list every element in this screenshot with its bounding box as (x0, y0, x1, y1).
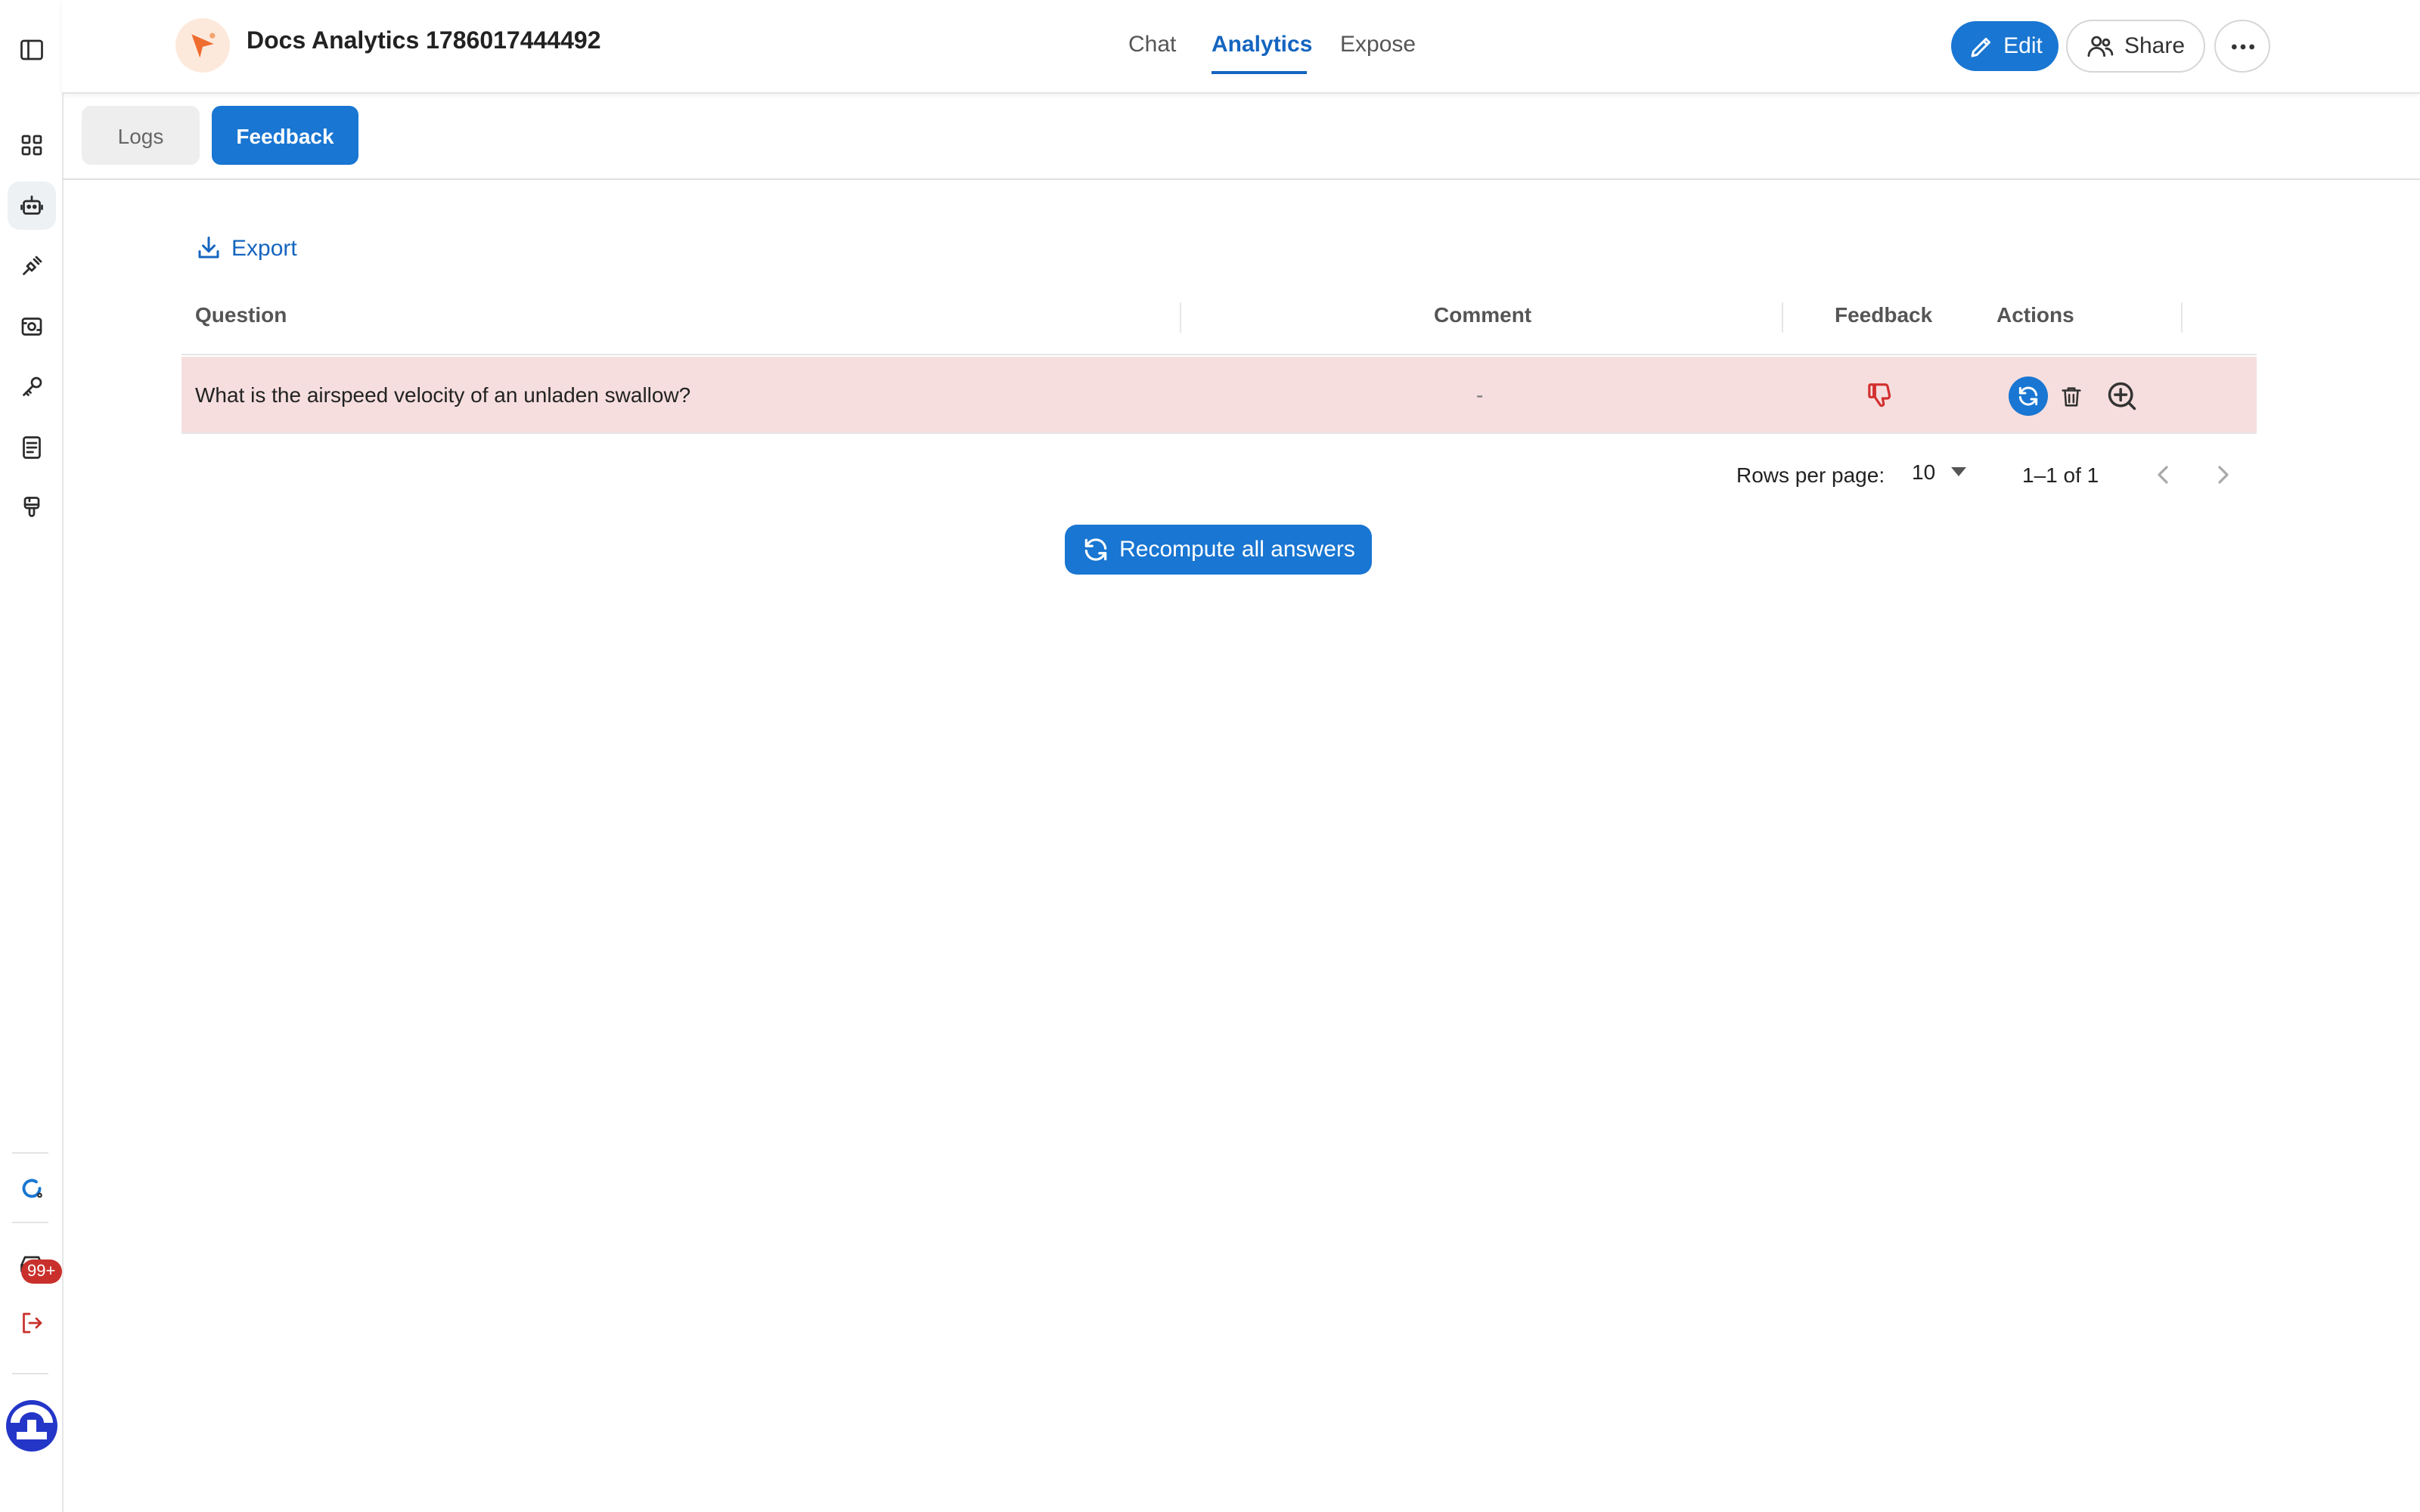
app-logo (175, 18, 230, 73)
logout-button[interactable] (8, 1299, 56, 1347)
thumb-down-icon (1868, 383, 1891, 407)
trash-icon (2061, 386, 2080, 406)
rows-per-page-value: 10 (1912, 460, 1936, 484)
grid-icon (21, 135, 42, 156)
sidebar-divider (12, 1222, 48, 1223)
column-separator[interactable] (2181, 302, 2183, 333)
column-header-question[interactable]: Question (195, 302, 287, 327)
tab-analytics[interactable]: Analytics (1212, 32, 1312, 57)
tab-chat[interactable]: Chat (1128, 32, 1176, 57)
pencil-icon (1970, 37, 1990, 57)
previous-page-button[interactable] (2148, 460, 2178, 490)
view-details-button[interactable] (2102, 376, 2142, 416)
column-separator[interactable] (1782, 302, 1783, 333)
sidebar-item-appearance[interactable] (8, 484, 56, 532)
column-header-actions[interactable]: Actions (1996, 302, 2074, 327)
robot-icon (20, 195, 43, 215)
refresh-icon (2018, 386, 2038, 406)
sidebar-toggle-icon (20, 39, 43, 60)
sidebar-divider (12, 1373, 48, 1374)
sidebar-toggle-button[interactable] (8, 26, 56, 74)
share-button-label: Share (2124, 33, 2186, 59)
subtab-feedback[interactable]: Feedback (212, 106, 358, 165)
sidebar-divider (12, 1152, 48, 1154)
active-tab-indicator (1212, 71, 1307, 74)
logout-icon (23, 1312, 42, 1334)
sidebar-item-dashboard[interactable] (8, 121, 56, 169)
app-root: 99+ Docs Analytics 1786017444492 Chat An… (0, 0, 2420, 1512)
sidebar-item-integrations[interactable] (8, 242, 56, 290)
export-label: Export (231, 235, 297, 261)
column-separator[interactable] (1180, 302, 1181, 333)
recompute-all-label: Recompute all answers (1119, 537, 1355, 562)
top-header: Docs Analytics 1786017444492 Chat Analyt… (62, 0, 2420, 94)
sidebar-item-models[interactable] (8, 302, 56, 351)
share-button[interactable]: Share (2066, 20, 2205, 73)
recompute-all-button[interactable]: Recompute all answers (1065, 525, 1372, 575)
export-button[interactable]: Export (195, 234, 297, 262)
column-header-comment[interactable]: Comment (1434, 302, 1531, 327)
recompute-answer-button[interactable] (2009, 376, 2048, 416)
plug-icon (23, 256, 42, 275)
model-icon (21, 318, 42, 336)
sidebar-item-support[interactable] (8, 1164, 56, 1213)
caret-down-icon (1950, 467, 1966, 476)
key-icon (23, 376, 42, 396)
notifications-badge: 99+ (21, 1259, 62, 1284)
users-icon (2088, 36, 2114, 57)
comment-cell: - (1476, 383, 1484, 407)
subtab-logs[interactable]: Logs (82, 106, 200, 165)
document-icon (23, 436, 41, 459)
more-options-button[interactable] (2214, 20, 2270, 73)
sidebar: 99+ (0, 0, 64, 1512)
chevron-left-icon (2158, 466, 2168, 484)
question-cell: What is the airspeed velocity of an unla… (195, 383, 691, 407)
column-header-feedback[interactable]: Feedback (1835, 302, 1932, 327)
tab-expose[interactable]: Expose (1340, 32, 1416, 57)
edit-button[interactable]: Edit (1951, 21, 2059, 71)
sidebar-item-bots[interactable] (8, 181, 56, 230)
rows-per-page-label: Rows per page: (1736, 463, 1885, 487)
chevron-right-icon (2218, 466, 2229, 484)
zoom-in-icon (2108, 382, 2136, 411)
avatar[interactable] (5, 1399, 59, 1453)
delete-button[interactable] (2051, 376, 2090, 416)
brush-icon (23, 497, 40, 517)
refresh-icon (1084, 538, 1107, 561)
feedback-cell (1865, 380, 1895, 410)
edit-button-label: Edit (2003, 33, 2043, 59)
analytics-subtabs: Logs Feedback (62, 94, 2420, 180)
app-title: Docs Analytics 1786017444492 (247, 29, 601, 54)
next-page-button[interactable] (2208, 460, 2238, 490)
feedback-table-header: Question Comment Feedback Actions (182, 284, 2257, 355)
more-horizontal-icon (2231, 43, 2254, 49)
sidebar-item-documents[interactable] (8, 423, 56, 472)
page-range: 1–1 of 1 (2022, 463, 2099, 487)
app-logo-icon (191, 33, 216, 58)
sidebar-item-keys[interactable] (8, 363, 56, 411)
download-icon (198, 237, 219, 259)
table-row[interactable]: What is the airspeed velocity of an unla… (182, 357, 2257, 434)
avatar-icon (6, 1400, 57, 1452)
support-icon (22, 1179, 42, 1198)
table-pagination: Rows per page: 10 1–1 of 1 (182, 448, 2257, 502)
rows-per-page-select[interactable]: 10 (1912, 460, 1966, 484)
